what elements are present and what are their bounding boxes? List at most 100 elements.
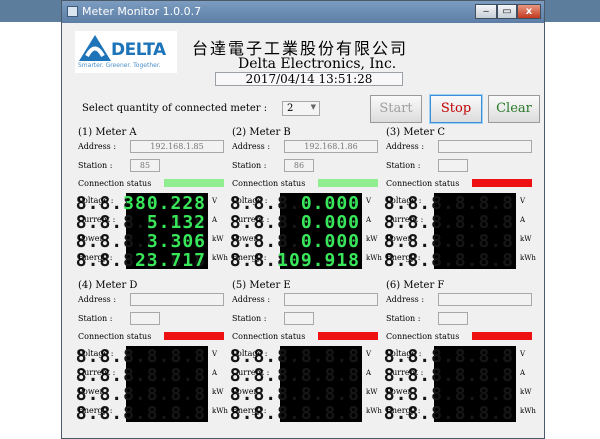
clear-button[interactable]: Clear <box>488 95 540 123</box>
energy-label: Energy : <box>78 406 113 415</box>
meter-quantity-label: Select quantity of connected meter : <box>82 103 268 114</box>
connection-status-label: Connection status <box>386 179 460 188</box>
station-label: Station : <box>232 161 267 170</box>
energy-label: Energy : <box>232 406 267 415</box>
voltage-readout: 8.8.8.8.8.8 <box>76 347 208 366</box>
current-label: Current : <box>386 368 424 377</box>
chevron-down-icon: ▼ <box>310 103 316 111</box>
address-field[interactable] <box>284 293 378 306</box>
voltage-value: 380.228 <box>123 193 206 214</box>
meter-title: (1) Meter A <box>78 127 137 138</box>
voltage-value: 0.000 <box>300 193 360 214</box>
voltage-label: Voltage : <box>386 196 422 205</box>
power-unit: kW <box>520 235 532 243</box>
connection-status-label: Connection status <box>232 332 306 341</box>
power-readout: 8.8.8.8.8.8 <box>384 385 516 404</box>
power-unit: kW <box>520 388 532 396</box>
current-value: 0.000 <box>300 212 360 233</box>
station-field[interactable] <box>284 312 314 325</box>
power-label: Power : <box>78 387 109 396</box>
connection-status-indicator <box>318 332 378 340</box>
address-field[interactable]: 192.168.1.85 <box>130 140 224 153</box>
voltage-readout: 8.8.8.8.8.8 380.228 <box>76 193 208 214</box>
energy-unit: kWh <box>520 407 536 415</box>
station-field[interactable]: 85 <box>130 159 160 172</box>
company-name-english: Delta Electronics, Inc. <box>238 56 397 72</box>
energy-unit: kWh <box>366 407 382 415</box>
power-readout: 8.8.8.8.8.8 0.000 <box>230 231 362 252</box>
meter-title: (3) Meter C <box>386 127 446 138</box>
app-icon <box>67 6 78 17</box>
current-unit: A <box>212 216 218 224</box>
power-readout: 8.8.8.8.8.8 <box>230 385 362 404</box>
voltage-unit: V <box>520 197 526 205</box>
connection-status-label: Connection status <box>78 332 152 341</box>
energy-readout: 8.8.8.8.8.8 <box>76 404 208 423</box>
current-unit: A <box>366 216 372 224</box>
meter-title: (6) Meter F <box>386 280 445 291</box>
address-field[interactable] <box>438 140 532 153</box>
station-label: Station : <box>386 314 421 323</box>
voltage-unit: V <box>212 197 218 205</box>
address-field[interactable] <box>438 293 532 306</box>
meter-monitor-window: Meter Monitor 1.0.0.7 ‒ ▭ x DELTA Smarte… <box>61 0 545 439</box>
meter-panel: (5) Meter E Address : Station : Connection … <box>230 280 384 426</box>
power-readout: 8.8.8.8.8.8 3.306 <box>76 231 208 252</box>
power-label: Power : <box>78 234 109 243</box>
current-value: 5.132 <box>146 212 206 233</box>
energy-label: Energy : <box>78 253 113 262</box>
current-label: Current : <box>386 215 424 224</box>
power-readout: 8.8.8.8.8.8 <box>384 232 516 251</box>
energy-unit: kWh <box>212 254 228 262</box>
energy-unit: kWh <box>366 254 382 262</box>
energy-value: 109.918 <box>277 250 360 271</box>
power-label: Power : <box>386 234 417 243</box>
station-field[interactable] <box>130 312 160 325</box>
meter-quantity-select[interactable]: 2 ▼ <box>282 101 320 116</box>
station-label: Station : <box>386 161 421 170</box>
power-value: 0.000 <box>300 231 360 252</box>
connection-status-indicator <box>318 179 378 187</box>
address-field[interactable]: 192.168.1.86 <box>284 140 378 153</box>
address-field[interactable] <box>130 293 224 306</box>
led-display: 8.8.8.8.8.8 8.8.8.8.8.8 8.8.8.8.8.8 8.8.8.8… <box>230 346 362 423</box>
title-bar[interactable]: Meter Monitor 1.0.0.7 ‒ ▭ x <box>62 1 544 23</box>
current-readout: 8.8.8.8.8.8 5.132 <box>76 212 208 233</box>
close-button[interactable]: x <box>517 4 541 19</box>
delta-logo: DELTA Smarter. Greener. Together. <box>75 31 177 73</box>
power-value: 3.306 <box>146 231 206 252</box>
address-label: Address : <box>232 142 271 151</box>
energy-readout: 8.8.8.8.8.8 <box>384 251 516 270</box>
station-field[interactable]: 86 <box>284 159 314 172</box>
power-label: Power : <box>232 234 263 243</box>
led-display: 8.8.8.8.8.8 8.8.8.8.8.8 8.8.8.8.8.8 8.8.8.8… <box>384 193 516 270</box>
stop-button[interactable]: Stop <box>430 95 482 123</box>
address-label: Address : <box>232 295 271 304</box>
maximize-button[interactable]: ▭ <box>497 4 517 19</box>
connection-status-indicator <box>164 179 224 187</box>
logo-tagline: Smarter. Greener. Together. <box>78 62 161 69</box>
window-title: Meter Monitor 1.0.0.7 <box>82 5 202 18</box>
station-label: Station : <box>78 314 113 323</box>
energy-readout: 8.8.8.8.8.8 <box>384 404 516 423</box>
meter-panel: (1) Meter A Address : 192.168.1.85 Station … <box>76 127 230 273</box>
station-field[interactable] <box>438 159 468 172</box>
station-field[interactable] <box>438 312 468 325</box>
current-unit: A <box>520 369 526 377</box>
current-unit: A <box>212 369 218 377</box>
connection-status-indicator <box>164 332 224 340</box>
power-readout: 8.8.8.8.8.8 <box>76 385 208 404</box>
current-label: Current : <box>78 215 116 224</box>
minimize-button[interactable]: ‒ <box>475 4 497 19</box>
voltage-readout: 8.8.8.8.8.8 <box>384 347 516 366</box>
start-button[interactable]: Start <box>370 95 422 123</box>
current-unit: A <box>520 216 526 224</box>
led-display: 8.8.8.8.8.8 8.8.8.8.8.8 8.8.8.8.8.8 8.8.8.8… <box>76 346 208 423</box>
current-readout: 8.8.8.8.8.8 <box>384 213 516 232</box>
current-unit: A <box>366 369 372 377</box>
energy-label: Energy : <box>386 253 421 262</box>
address-label: Address : <box>78 142 117 151</box>
voltage-unit: V <box>520 350 526 358</box>
energy-label: Energy : <box>232 253 267 262</box>
meter-title: (2) Meter B <box>232 127 291 138</box>
